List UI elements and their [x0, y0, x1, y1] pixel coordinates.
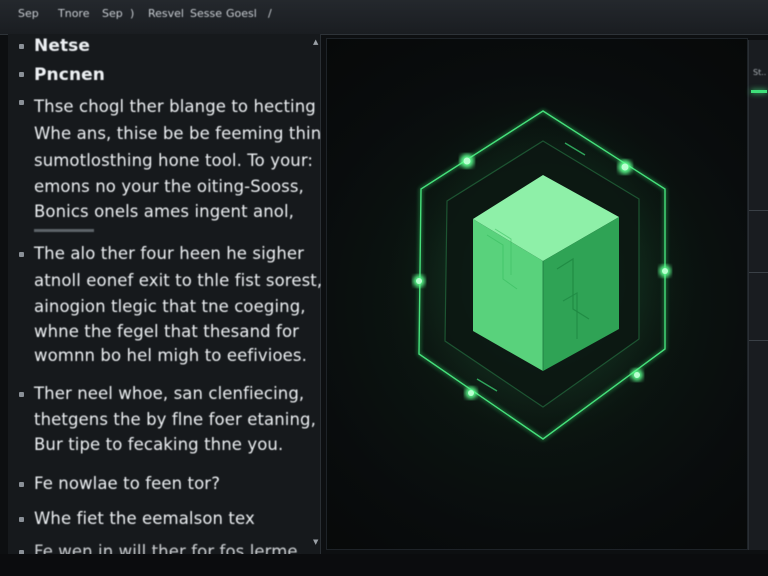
glow-node-core — [468, 390, 474, 396]
bullet-marker — [19, 482, 24, 487]
menu-item-sesse[interactable]: Sesse — [190, 7, 222, 20]
paragraph1-line: Thse chogl ther blange to hecting — [34, 97, 316, 116]
paragraph1-line: emons no your the oiting-Sooss, — [34, 177, 304, 196]
paragraph1-line: sumotlosthing hone tool. To your: — [34, 151, 314, 170]
text-line-question: Fe nowlae to feen tor? — [34, 474, 221, 493]
paragraph3-line: Ther neel whoe, san clenfiecing, — [34, 384, 305, 403]
paragraph2-line: whne the fegel that thesand for — [34, 322, 300, 341]
paragraph1-line: Whe ans, thise be be feeming thin — [34, 124, 322, 143]
glow-node-core — [662, 268, 668, 274]
text-line: Whe fiet the eemalson tex — [34, 509, 255, 528]
line-gutter — [8, 34, 32, 555]
bullet-marker — [19, 100, 24, 105]
menu-item-sep[interactable]: Sep — [18, 7, 39, 20]
paragraph1-line: Bonics onels ames ingent anol, — [34, 202, 295, 221]
menu-bar: Sep Tnore Sep ) Resvel Sesse Goesl / — [0, 0, 768, 35]
menu-item-slash[interactable]: / — [268, 7, 272, 20]
menu-item-sep-2[interactable]: Sep — [102, 7, 123, 20]
menu-item-resvel[interactable]: Resvel — [148, 7, 184, 20]
glowing-cube-hexagon-icon — [375, 81, 715, 461]
heading-pncnen: Pncnen — [34, 65, 105, 85]
paragraph2-line: atnoll eonef exit to thle fist sorest, — [34, 271, 323, 290]
paragraph2-line: womnn bo hel migh to eefivioes. — [34, 346, 307, 365]
text-panel[interactable]: Netse Pncnen Thse chogl ther blange to h… — [8, 34, 323, 561]
paragraph2-line: The alo ther four heen he sigher — [34, 244, 305, 263]
panel-divider — [749, 340, 768, 341]
glow-node-core — [634, 372, 640, 378]
glow-node-core — [416, 278, 422, 284]
paragraph2-line: ainogion tlegic that tne coeging, — [34, 297, 306, 316]
menu-item-goesl[interactable]: Goesl — [226, 7, 257, 20]
canvas-viewport[interactable] — [326, 38, 748, 550]
paragraph3-line: Bur tipe to fecaking thne you. — [34, 435, 284, 454]
bullet-marker — [19, 252, 24, 257]
bottom-bezel — [0, 554, 768, 576]
section-divider — [34, 229, 94, 232]
menu-item-paren[interactable]: ) — [130, 7, 134, 20]
panel-divider — [749, 210, 768, 211]
vertical-scrollbar[interactable]: ▲ ▼ — [312, 38, 322, 550]
bullet-marker — [19, 517, 24, 522]
active-indicator — [751, 90, 767, 93]
scroll-up-arrow-icon[interactable]: ▲ — [313, 38, 318, 46]
scroll-down-arrow-icon[interactable]: ▼ — [313, 538, 318, 546]
heading-netse: Netse — [34, 36, 91, 56]
properties-label: St.. — [753, 68, 767, 77]
menu-item-tnore[interactable]: Tnore — [58, 7, 89, 20]
paragraph3-line: thetgens the by flne foer etaning, — [34, 410, 316, 429]
glow-node-core — [463, 157, 471, 165]
panel-divider — [749, 272, 768, 273]
properties-panel[interactable]: St.. — [748, 40, 768, 550]
bullet-marker — [19, 392, 24, 397]
bullet-marker — [19, 72, 24, 77]
glow-node-core — [621, 163, 629, 171]
bullet-marker — [19, 44, 24, 49]
